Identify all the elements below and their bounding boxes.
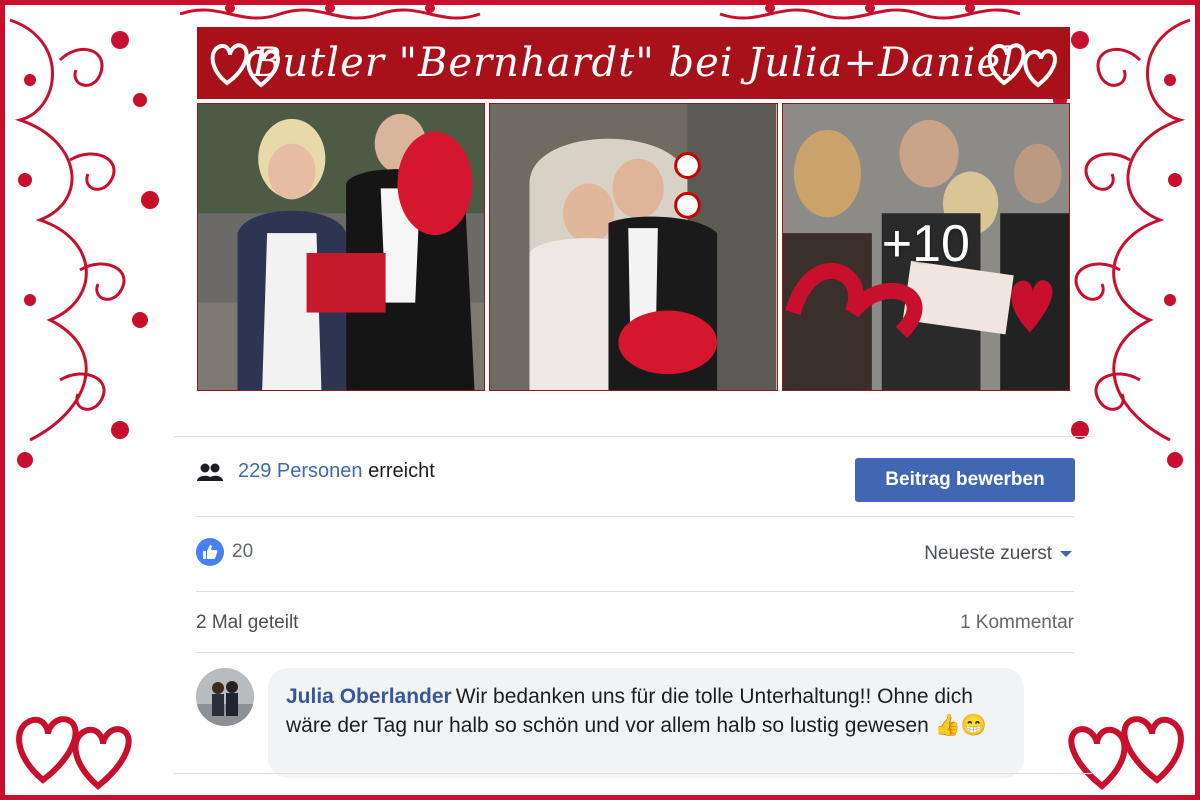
floral-border-top-right [719, 3, 1020, 20]
divider [196, 516, 1074, 517]
divider [174, 436, 1092, 437]
post-photo-2[interactable] [489, 103, 778, 391]
divider [196, 591, 1074, 592]
people-icon [197, 463, 223, 481]
hearts-icon [1068, 716, 1184, 790]
caret-down-icon [1060, 551, 1072, 557]
sort-label: Neueste zuerst [924, 543, 1052, 564]
comment-author[interactable]: Julia Oberlander [286, 685, 452, 708]
floral-border-top-left [180, 3, 481, 20]
reach-count-link[interactable]: 229 Personen [238, 460, 363, 482]
comment-count-link[interactable]: 1 Kommentar [960, 612, 1074, 634]
heart-icon [210, 43, 280, 88]
hearts-icon [16, 716, 132, 790]
photo-grid: +10 [197, 103, 1070, 391]
floral-ornament-left [9, 18, 159, 468]
promote-post-button[interactable]: Beitrag bewerben [855, 458, 1075, 502]
share-count-link[interactable]: 2 Mal geteilt [196, 612, 298, 634]
like-icon [196, 538, 224, 566]
comment-sort-dropdown[interactable]: Neueste zuerst [924, 543, 1072, 565]
post-photo-3[interactable]: +10 [781, 103, 1070, 391]
reach-suffix: erreicht [368, 460, 435, 482]
avatar[interactable] [196, 668, 254, 726]
divider [196, 652, 1074, 653]
heart-icon [987, 43, 1057, 88]
comment-emojis: 👍😁 [934, 714, 987, 737]
reach-info: 229 Personen erreicht [196, 460, 435, 483]
like-count: 20 [232, 541, 254, 562]
like-summary[interactable]: 20 [196, 538, 253, 566]
post-banner: Butler "Bernhardt" bei Julia+Daniel [197, 27, 1070, 99]
divider [174, 773, 1092, 774]
banner-title: Butler "Bernhardt" bei Julia+Daniel [252, 40, 1015, 86]
more-photos-count: +10 [881, 215, 970, 273]
post-photo-1[interactable] [197, 103, 486, 391]
comment-bubble: Julia Oberlander Wir bedanken uns für die… [268, 668, 1024, 778]
